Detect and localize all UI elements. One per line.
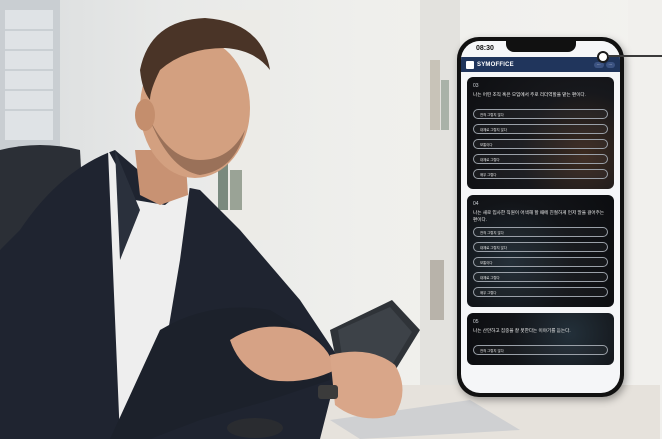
answer-option[interactable]: 대체로 그렇지 않다: [473, 242, 608, 253]
app-logo-icon: [466, 60, 474, 69]
question-list: 03 나는 어떤 조직 혹은 모임에서 주로 리더역할을 맡는 편이다. 전혀 …: [461, 72, 620, 366]
header-button-2[interactable]: ···: [605, 61, 615, 68]
answer-option[interactable]: 매우 그렇다: [473, 287, 608, 298]
answer-option[interactable]: 대체로 그렇다: [473, 272, 608, 283]
camera-callout-icon: [597, 51, 609, 63]
answer-option[interactable]: 대체로 그렇다: [473, 154, 608, 164]
phone-notch: [506, 41, 576, 52]
question-text: 나는 어떤 조직 혹은 모임에서 주로 리더역할을 맡는 편이다.: [473, 92, 586, 97]
answer-option[interactable]: 전혀 그렇지 않다: [473, 109, 608, 119]
callout-line: [608, 55, 662, 57]
app-name: SYMOFFICE: [477, 61, 514, 68]
question-text: 나는 새로 입사한 직원이 어색해 할 때에 친절하게 먼저 말을 걸어주는 편…: [473, 210, 605, 222]
answer-option[interactable]: 전혀 그렇지 않다: [473, 227, 608, 238]
answer-option[interactable]: 매우 그렇다: [473, 169, 608, 179]
question-card: 03 나는 어떤 조직 혹은 모임에서 주로 리더역할을 맡는 편이다. 전혀 …: [467, 77, 614, 189]
phone-mockup: 08:30 SYMOFFICE ··· ··· 03 나는 어떤 조직 혹은 모…: [457, 37, 624, 397]
question-card: 05 나는 산만하고 집중을 잘 못한다는 이야기를 듣는다. 전혀 그렇지 않…: [467, 313, 614, 366]
answer-option[interactable]: 전혀 그렇지 않다: [473, 345, 608, 356]
question-number: 05: [473, 319, 479, 326]
answer-option[interactable]: 대체로 그렇지 않다: [473, 124, 608, 134]
status-bar: 08:30: [461, 41, 620, 57]
status-time: 08:30: [476, 45, 494, 52]
photo-background: 08:30 SYMOFFICE ··· ··· 03 나는 어떤 조직 혹은 모…: [0, 0, 662, 439]
app-header: SYMOFFICE ··· ···: [461, 57, 620, 72]
phone-screen: 08:30 SYMOFFICE ··· ··· 03 나는 어떤 조직 혹은 모…: [461, 41, 620, 393]
answer-option[interactable]: 보통이다: [473, 139, 608, 149]
question-card: 04 나는 새로 입사한 직원이 어색해 할 때에 친절하게 먼저 말을 걸어주…: [467, 195, 614, 308]
question-number: 03: [473, 83, 479, 89]
question-text: 나는 산만하고 집중을 잘 못한다는 이야기를 듣는다.: [473, 328, 571, 334]
answer-option[interactable]: 보통이다: [473, 257, 608, 268]
question-number: 04: [473, 201, 479, 207]
